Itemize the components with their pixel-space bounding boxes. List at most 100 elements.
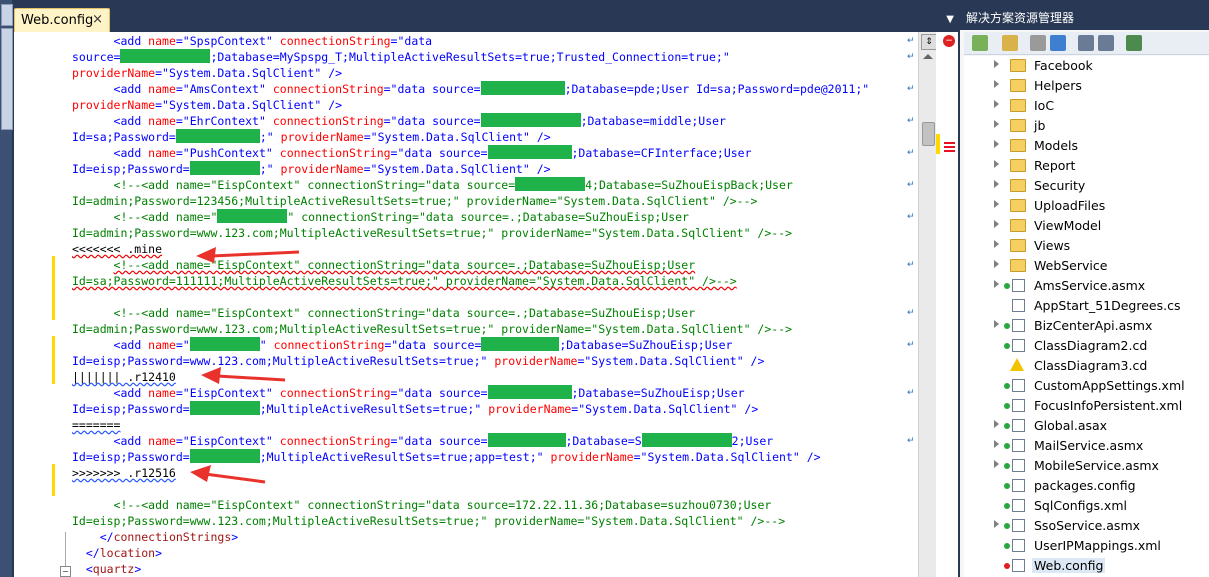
tree-item-useripmappings-xml[interactable]: UserIPMappings.xml — [964, 536, 1209, 556]
expand-arrow-icon[interactable] — [994, 140, 999, 148]
code-token: ======= — [72, 418, 121, 432]
tree-item-label: packages.config — [1034, 478, 1136, 493]
split-window-icon[interactable]: ⇕ — [921, 34, 937, 50]
expand-arrow-icon[interactable] — [994, 120, 999, 128]
code-token: providerName — [494, 354, 578, 368]
code-line: <add name="EispContext" connectionString… — [72, 385, 869, 401]
error-overview-marker[interactable] — [944, 146, 955, 148]
error-icon[interactable]: − — [943, 35, 955, 47]
tree-item-ioc[interactable]: IoC — [964, 96, 1209, 116]
tree-item-classdiagram3-cd[interactable]: ClassDiagram3.cd — [964, 356, 1209, 376]
redaction-mask — [189, 449, 260, 463]
code-token: providerName — [280, 130, 364, 144]
view-code-icon[interactable] — [1078, 35, 1094, 51]
expand-arrow-icon[interactable] — [994, 260, 999, 268]
tree-item-focusinfopersistent-xml[interactable]: FocusInfoPersistent.xml — [964, 396, 1209, 416]
error-overview-marker[interactable] — [944, 150, 955, 152]
tree-item-mobileservice-asmx[interactable]: MobileService.asmx — [964, 456, 1209, 476]
scroll-thumb[interactable] — [922, 122, 935, 146]
tree-item-uploadfiles[interactable]: UploadFiles — [964, 196, 1209, 216]
vertical-scrollbar[interactable]: ⇕ — [918, 32, 937, 577]
tree-item-classdiagram2-cd[interactable]: ClassDiagram2.cd — [964, 336, 1209, 356]
solution-explorer-toolbar — [964, 32, 1209, 55]
tree-item-security[interactable]: Security — [964, 176, 1209, 196]
code-token: </ — [99, 530, 114, 544]
expand-arrow-icon[interactable] — [994, 200, 999, 208]
tree-item-views[interactable]: Views — [964, 236, 1209, 256]
folder-icon — [1010, 259, 1026, 272]
tree-item-jb[interactable]: jb — [964, 116, 1209, 136]
redaction-mask — [487, 145, 572, 159]
copy-icon[interactable] — [1030, 35, 1046, 51]
code-token: <add — [113, 34, 149, 48]
tree-item-packages-config[interactable]: packages.config — [964, 476, 1209, 496]
tab-dropdown-icon[interactable]: ▼ — [946, 14, 954, 25]
properties-icon[interactable] — [972, 35, 988, 51]
code-token: 4;Database=SuZhouEispBack;User — [585, 178, 793, 192]
collapse-icon[interactable]: − — [60, 566, 71, 577]
tree-item-models[interactable]: Models — [964, 136, 1209, 156]
code-token: name — [148, 434, 176, 448]
show-all-files-icon[interactable] — [1002, 35, 1018, 51]
tree-item-webservice[interactable]: WebService — [964, 256, 1209, 276]
tree-item-appstart-51degrees-cs[interactable]: AppStart_51Degrees.cs — [964, 296, 1209, 316]
expand-arrow-icon[interactable] — [994, 60, 999, 68]
tree-item-report[interactable]: Report — [964, 156, 1209, 176]
tree-item-bizcenterapi-asmx[interactable]: BizCenterApi.asmx — [964, 316, 1209, 336]
tree-item-amsservice-asmx[interactable]: AmsService.asmx — [964, 276, 1209, 296]
redaction-mask — [480, 81, 565, 95]
expand-arrow-icon[interactable] — [994, 240, 999, 248]
redaction-mask — [480, 113, 581, 127]
tree-item-helpers[interactable]: Helpers — [964, 76, 1209, 96]
tree-item-web-config[interactable]: Web.config — [964, 556, 1209, 576]
error-overview-marker[interactable] — [944, 142, 955, 144]
tree-item-facebook[interactable]: Facebook — [964, 56, 1209, 76]
code-editor[interactable]: − <add name="SpspContext" connectionStri… — [14, 32, 918, 577]
view-designer-icon[interactable] — [1098, 35, 1114, 51]
tree-item-label: Helpers — [1034, 78, 1082, 93]
tree-item-label: SsoService.asmx — [1034, 518, 1141, 533]
code-line: providerName="System.Data.SqlClient" /> — [72, 65, 869, 81]
tree-item-label: UploadFiles — [1034, 198, 1106, 213]
refresh-icon[interactable] — [1050, 35, 1066, 51]
code-line: <add name="AmsContext" connectionString=… — [72, 81, 869, 97]
code-token: =" — [390, 386, 405, 400]
code-line: <!--<add name="EispContext" connectionSt… — [72, 497, 869, 513]
tree-item-mailservice-asmx[interactable]: MailService.asmx — [964, 436, 1209, 456]
expand-arrow-icon[interactable] — [994, 100, 999, 108]
expand-arrow-icon[interactable] — [994, 220, 999, 228]
folder-icon — [1010, 199, 1026, 212]
expand-arrow-icon[interactable] — [994, 160, 999, 168]
code-token: providerName — [550, 450, 634, 464]
expand-arrow-icon[interactable] — [994, 180, 999, 188]
tree-item-ssoservice-asmx[interactable]: SsoService.asmx — [964, 516, 1209, 536]
redaction-mask — [487, 385, 572, 399]
tree-item-viewmodel[interactable]: ViewModel — [964, 216, 1209, 236]
toolbox-tab[interactable] — [1, 28, 13, 130]
overview-margin: − — [936, 32, 958, 577]
expand-arrow-icon[interactable] — [994, 420, 999, 428]
expand-arrow-icon[interactable] — [994, 280, 999, 288]
tree-item-customappsettings-xml[interactable]: CustomAppSettings.xml — [964, 376, 1209, 396]
folder-icon — [1010, 159, 1026, 172]
word-wrap-icon: ↵ — [907, 180, 915, 190]
code-line: source= ;Database=MySpspg_T;MultipleActiv… — [72, 49, 869, 65]
expand-arrow-icon[interactable] — [994, 520, 999, 528]
code-token: EispContext — [189, 386, 266, 400]
code-line: <add name="PushContext" connectionString… — [72, 145, 869, 161]
expand-arrow-icon[interactable] — [994, 320, 999, 328]
code-token: providerName — [488, 402, 572, 416]
expand-arrow-icon[interactable] — [994, 460, 999, 468]
class-diagram-icon[interactable] — [1126, 35, 1142, 51]
tree-item-global-asax[interactable]: Global.asax — [964, 416, 1209, 436]
expand-arrow-icon[interactable] — [994, 440, 999, 448]
server-explorer-tab[interactable] — [1, 4, 13, 26]
scroll-up-arrow[interactable] — [923, 54, 933, 59]
tree-item-sqlconfigs-xml[interactable]: SqlConfigs.xml — [964, 496, 1209, 516]
close-tab-icon[interactable]: × — [92, 12, 103, 27]
code-token: data source= — [397, 114, 481, 128]
code-token: =" — [175, 146, 190, 160]
tab-web-config[interactable]: Web.config × — [14, 8, 110, 32]
code-token: ;" — [259, 130, 281, 144]
expand-arrow-icon[interactable] — [994, 80, 999, 88]
